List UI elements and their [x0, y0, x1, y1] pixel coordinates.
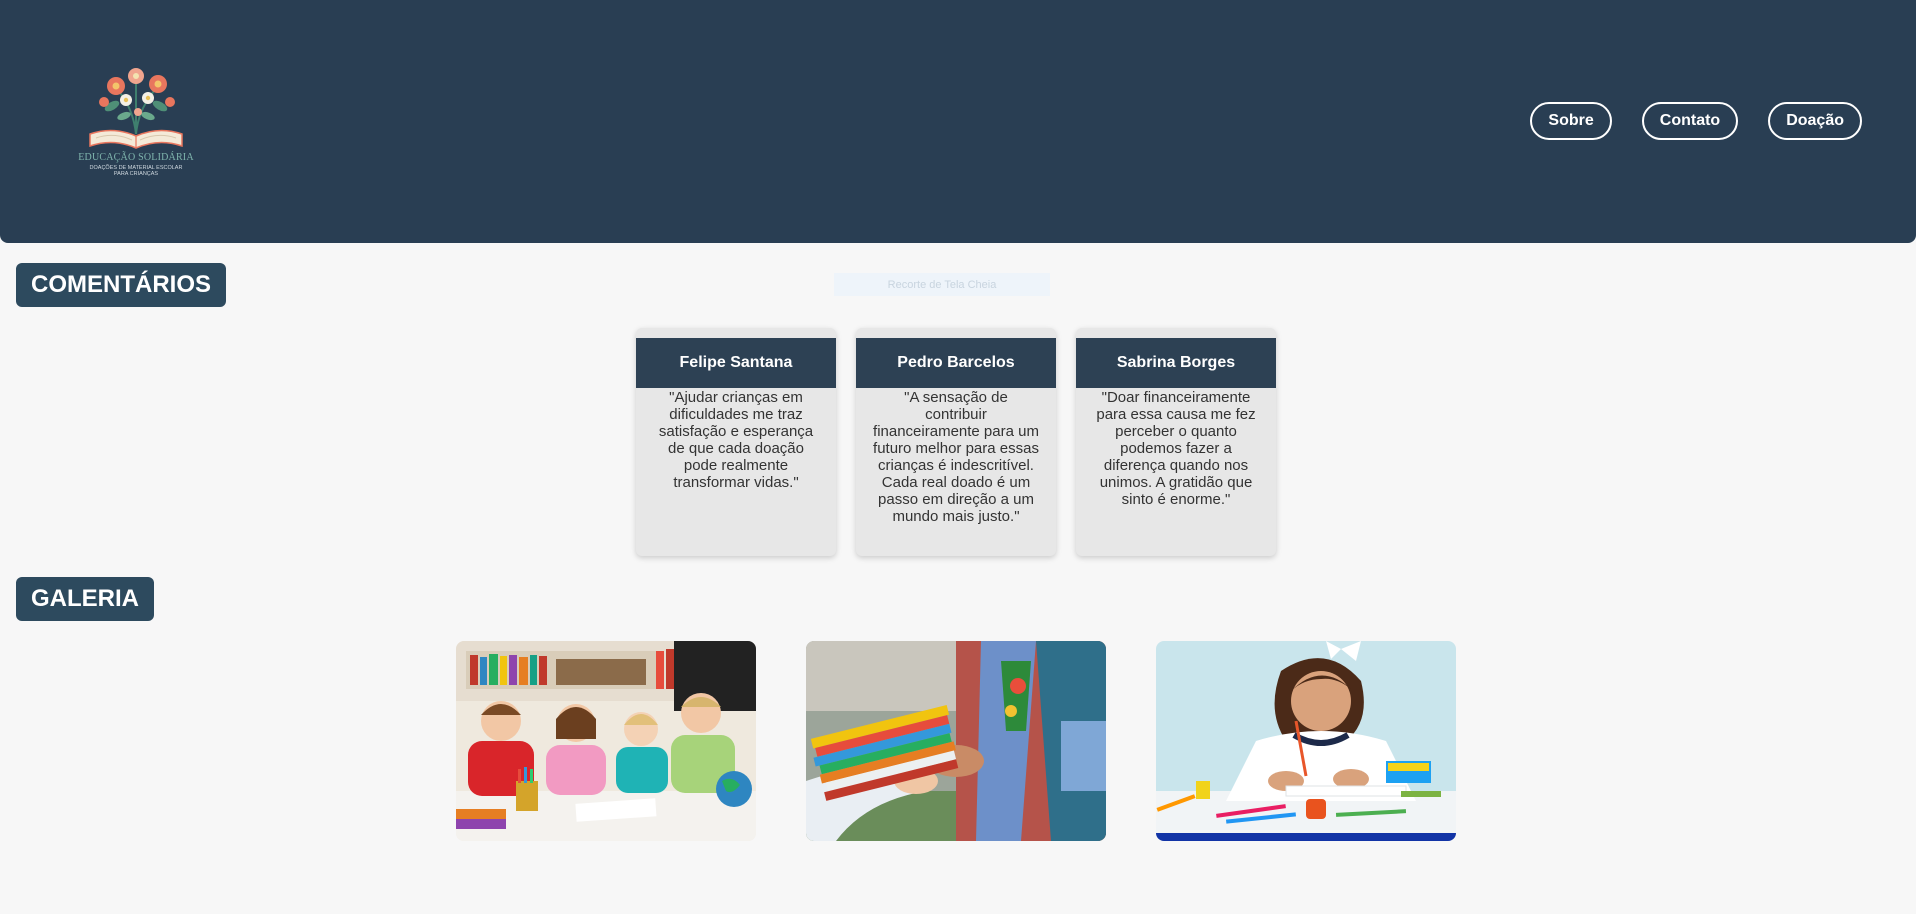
screen-capture-tooltip: Recorte de Tela Cheia	[834, 273, 1050, 296]
comments-section-title: COMENTÁRIOS	[16, 263, 226, 307]
comment-text: "Doar financeiramente para essa causa me…	[1096, 389, 1256, 508]
comment-text: "A sensação de contribuir financeirament…	[873, 389, 1039, 525]
comment-card: Felipe Santana "Ajudar crianças em dific…	[636, 328, 836, 556]
children-studying-photo[interactable]	[456, 641, 756, 841]
logo-subtitle-line: PARA CRIANÇAS	[113, 171, 159, 177]
site-logo[interactable]: EDUCAÇÃO SOLIDÁRIA DOAÇÕES DE MATERIAL E…	[76, 56, 196, 186]
logo-subtitle: DOAÇÕES DE MATERIAL ESCOLAR PARA CRIANÇA…	[76, 165, 196, 177]
school-supplies-donation-photo[interactable]	[806, 641, 1106, 841]
comment-author: Sabrina Borges	[1076, 338, 1276, 388]
comment-card: Pedro Barcelos "A sensação de contribuir…	[856, 328, 1056, 556]
main-nav: Sobre Contato Doação	[1530, 102, 1862, 140]
nav-doacao-button[interactable]: Doação	[1768, 102, 1862, 140]
site-header: EDUCAÇÃO SOLIDÁRIA DOAÇÕES DE MATERIAL E…	[0, 0, 1916, 243]
gallery-grid	[456, 641, 1456, 841]
comment-author: Felipe Santana	[636, 338, 836, 388]
comment-author: Pedro Barcelos	[856, 338, 1056, 388]
comments-list: Felipe Santana "Ajudar crianças em dific…	[636, 328, 1276, 556]
nav-sobre-button[interactable]: Sobre	[1530, 102, 1612, 140]
comment-text: "Ajudar crianças em dificuldades me traz…	[658, 389, 814, 491]
book-flowers-icon	[89, 68, 183, 149]
comment-card: Sabrina Borges "Doar financeiramente par…	[1076, 328, 1276, 556]
logo-title: EDUCAÇÃO SOLIDÁRIA	[78, 152, 194, 163]
nav-contato-button[interactable]: Contato	[1641, 102, 1739, 140]
gallery-section-title: GALERIA	[16, 577, 154, 621]
girl-drawing-photo[interactable]	[1156, 641, 1456, 841]
